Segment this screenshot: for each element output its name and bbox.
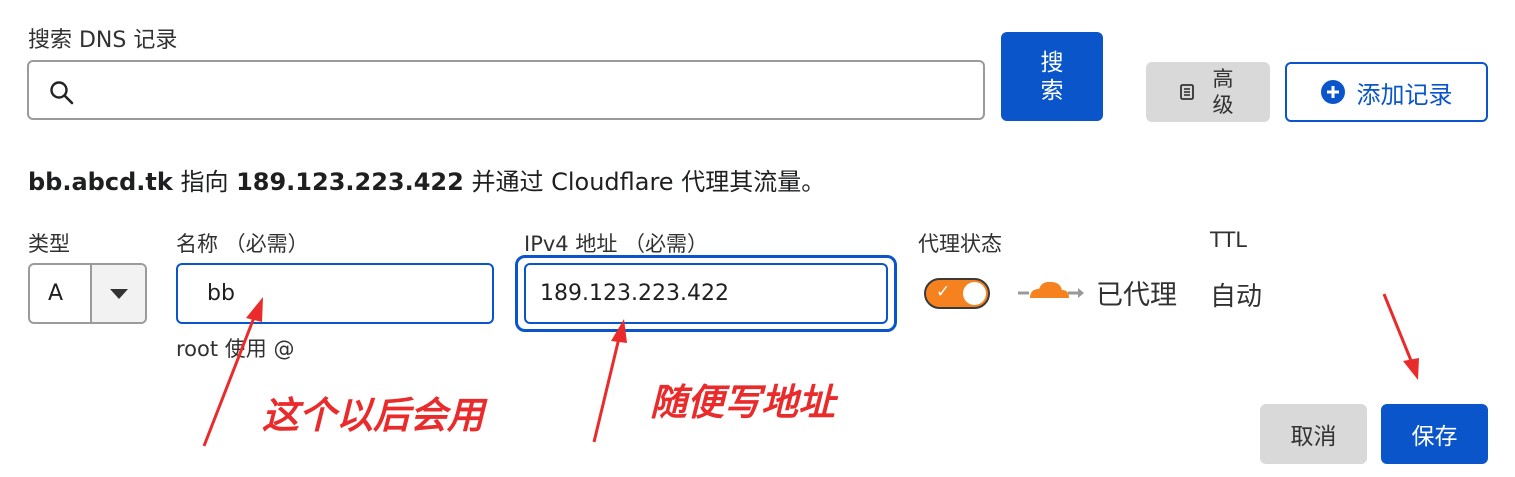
- name-value: bb: [207, 281, 235, 306]
- type-value: A: [48, 281, 64, 306]
- cancel-button-label: 取消: [1290, 424, 1337, 450]
- toggle-knob: [963, 282, 986, 305]
- arrow-to-ip: [592, 337, 621, 443]
- plus-circle-icon: [1320, 80, 1345, 104]
- advanced-button-label: 高级: [1212, 67, 1234, 117]
- add-record-button[interactable]: 添加记录: [1285, 62, 1488, 122]
- ipv4-input[interactable]: 189.123.223.422: [524, 263, 888, 324]
- type-label: 类型: [28, 232, 70, 256]
- add-record-label: 添加记录: [1356, 80, 1453, 109]
- proxy-status-text: 已代理: [1096, 280, 1177, 311]
- arrow-to-save: [1382, 293, 1414, 364]
- annotation-ip-note: 随便写地址: [650, 381, 835, 424]
- search-button-label: 搜索: [1040, 49, 1064, 104]
- ttl-value: 自动: [1210, 282, 1263, 312]
- search-icon: [50, 81, 74, 105]
- cloud-proxy-icon: [1018, 281, 1084, 298]
- proxy-label: 代理状态: [918, 232, 1002, 256]
- ip-value: 189.123.223.422: [540, 281, 729, 306]
- advanced-button[interactable]: 高级: [1146, 62, 1270, 122]
- annotation-name-note: 这个以后会用: [262, 394, 484, 437]
- type-dropdown-toggle[interactable]: [90, 265, 145, 322]
- summary-text-2: 并通过 Cloudflare 代理其流量。: [463, 168, 826, 196]
- save-button[interactable]: 保存: [1381, 404, 1488, 464]
- proxy-toggle[interactable]: ✓: [924, 278, 990, 309]
- ttl-label: TTL: [1210, 228, 1247, 252]
- summary-name: bb.abcd.tk: [28, 168, 173, 196]
- cancel-button[interactable]: 取消: [1260, 404, 1367, 464]
- search-button[interactable]: 搜索: [1001, 32, 1103, 121]
- chevron-down-icon: [109, 288, 128, 299]
- name-hint: root 使用 @: [176, 337, 295, 361]
- search-title: 搜索 DNS 记录: [28, 28, 178, 53]
- search-input[interactable]: [27, 60, 985, 120]
- arrow-head-save: [1403, 358, 1419, 380]
- type-select[interactable]: A: [28, 263, 147, 324]
- ip-label: IPv4 地址 （必需）: [524, 232, 708, 256]
- name-input[interactable]: bb: [176, 263, 494, 324]
- summary-text-1: 指向: [172, 168, 237, 196]
- save-button-label: 保存: [1411, 424, 1458, 450]
- document-icon: [1180, 84, 1194, 100]
- summary-ip: 189.123.223.422: [236, 168, 464, 196]
- check-icon: ✓: [936, 282, 951, 302]
- name-label: 名称 （必需）: [176, 232, 309, 256]
- record-summary: bb.abcd.tk 指向 189.123.223.422 并通过 Cloudf…: [28, 162, 825, 197]
